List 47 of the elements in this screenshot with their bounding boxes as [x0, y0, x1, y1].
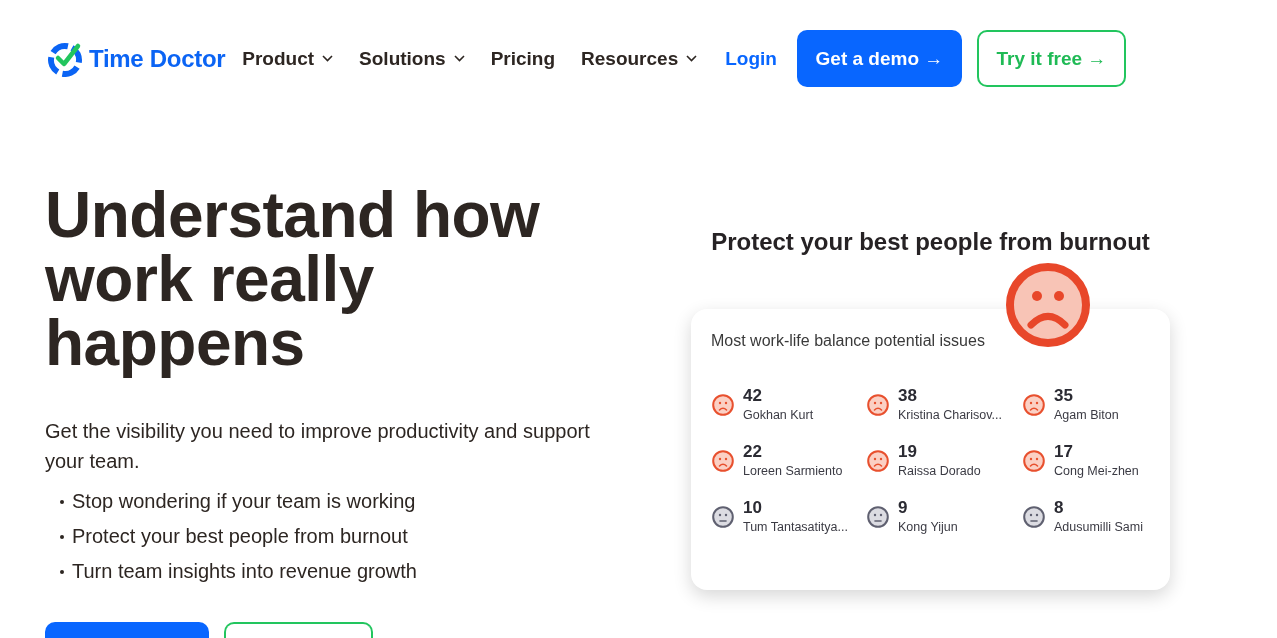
bullet-text: Protect your best people from burnout: [72, 524, 408, 549]
sad-face-icon: [712, 394, 734, 416]
person-name: Agam Biton: [1054, 407, 1119, 424]
nav-menu-item[interactable]: Product: [242, 47, 334, 70]
issue-count: 17: [1054, 442, 1073, 462]
person-name: Loreen Sarmiento: [743, 463, 843, 480]
sad-face-icon: [1023, 450, 1045, 472]
issue-count: 35: [1054, 386, 1073, 406]
neutral-face-icon: [712, 506, 734, 528]
issue-count: 38: [898, 386, 917, 406]
issue-count: 22: [743, 442, 762, 462]
sad-face-icon: [712, 450, 734, 472]
bullet-text: Turn team insights into revenue growth: [72, 559, 417, 584]
nav-menu-item[interactable]: Solutions: [359, 47, 465, 70]
nav-menu-item[interactable]: Resources: [581, 47, 698, 70]
person-name: Adusumilli Sami: [1054, 519, 1143, 536]
neutral-face-icon: [1023, 506, 1045, 528]
cta-button[interactable]: [224, 622, 373, 638]
cta-button[interactable]: [45, 622, 209, 638]
nav-menu-item[interactable]: Pricing: [490, 47, 556, 70]
card-subtitle: Most work-life balance potential issues: [711, 331, 985, 351]
person-name: Kristina Charisov...: [898, 407, 1002, 424]
issue-count: 9: [898, 498, 908, 518]
login-link[interactable]: Login: [725, 47, 777, 70]
person-name: Tum Tantasatitya...: [743, 519, 848, 536]
issue-count: 19: [898, 442, 917, 462]
sad-face-icon: [1023, 394, 1045, 416]
widget-title: Protect your best people from burnout: [711, 229, 1150, 255]
hero-intro: Get the visibility you need to improve productivity and support your team.: [45, 419, 591, 474]
person-name: Kong Yijun: [898, 519, 958, 536]
issue-count: 10: [743, 498, 762, 518]
bullet-text: Stop wondering if your team is working: [72, 489, 416, 514]
person-name: Cong Mei-zhen: [1054, 463, 1139, 480]
issue-count: 42: [743, 386, 762, 406]
logo-link[interactable]: Time Doctor: [47, 40, 226, 77]
person-name: Gokhan Kurt: [743, 407, 814, 424]
sad-face-icon: [1006, 263, 1090, 347]
bullet-icon: [60, 534, 64, 539]
sad-face-icon: [867, 450, 889, 472]
issue-count: 8: [1054, 498, 1064, 518]
sad-face-icon: [867, 394, 889, 416]
get-demo-button[interactable]: Get a demo →: [796, 30, 962, 87]
logo-icon: [47, 40, 83, 77]
bullet-icon: [60, 569, 64, 574]
neutral-face-icon: [867, 506, 889, 528]
bullet-icon: [60, 499, 64, 504]
person-name: Raissa Dorado: [898, 463, 981, 480]
